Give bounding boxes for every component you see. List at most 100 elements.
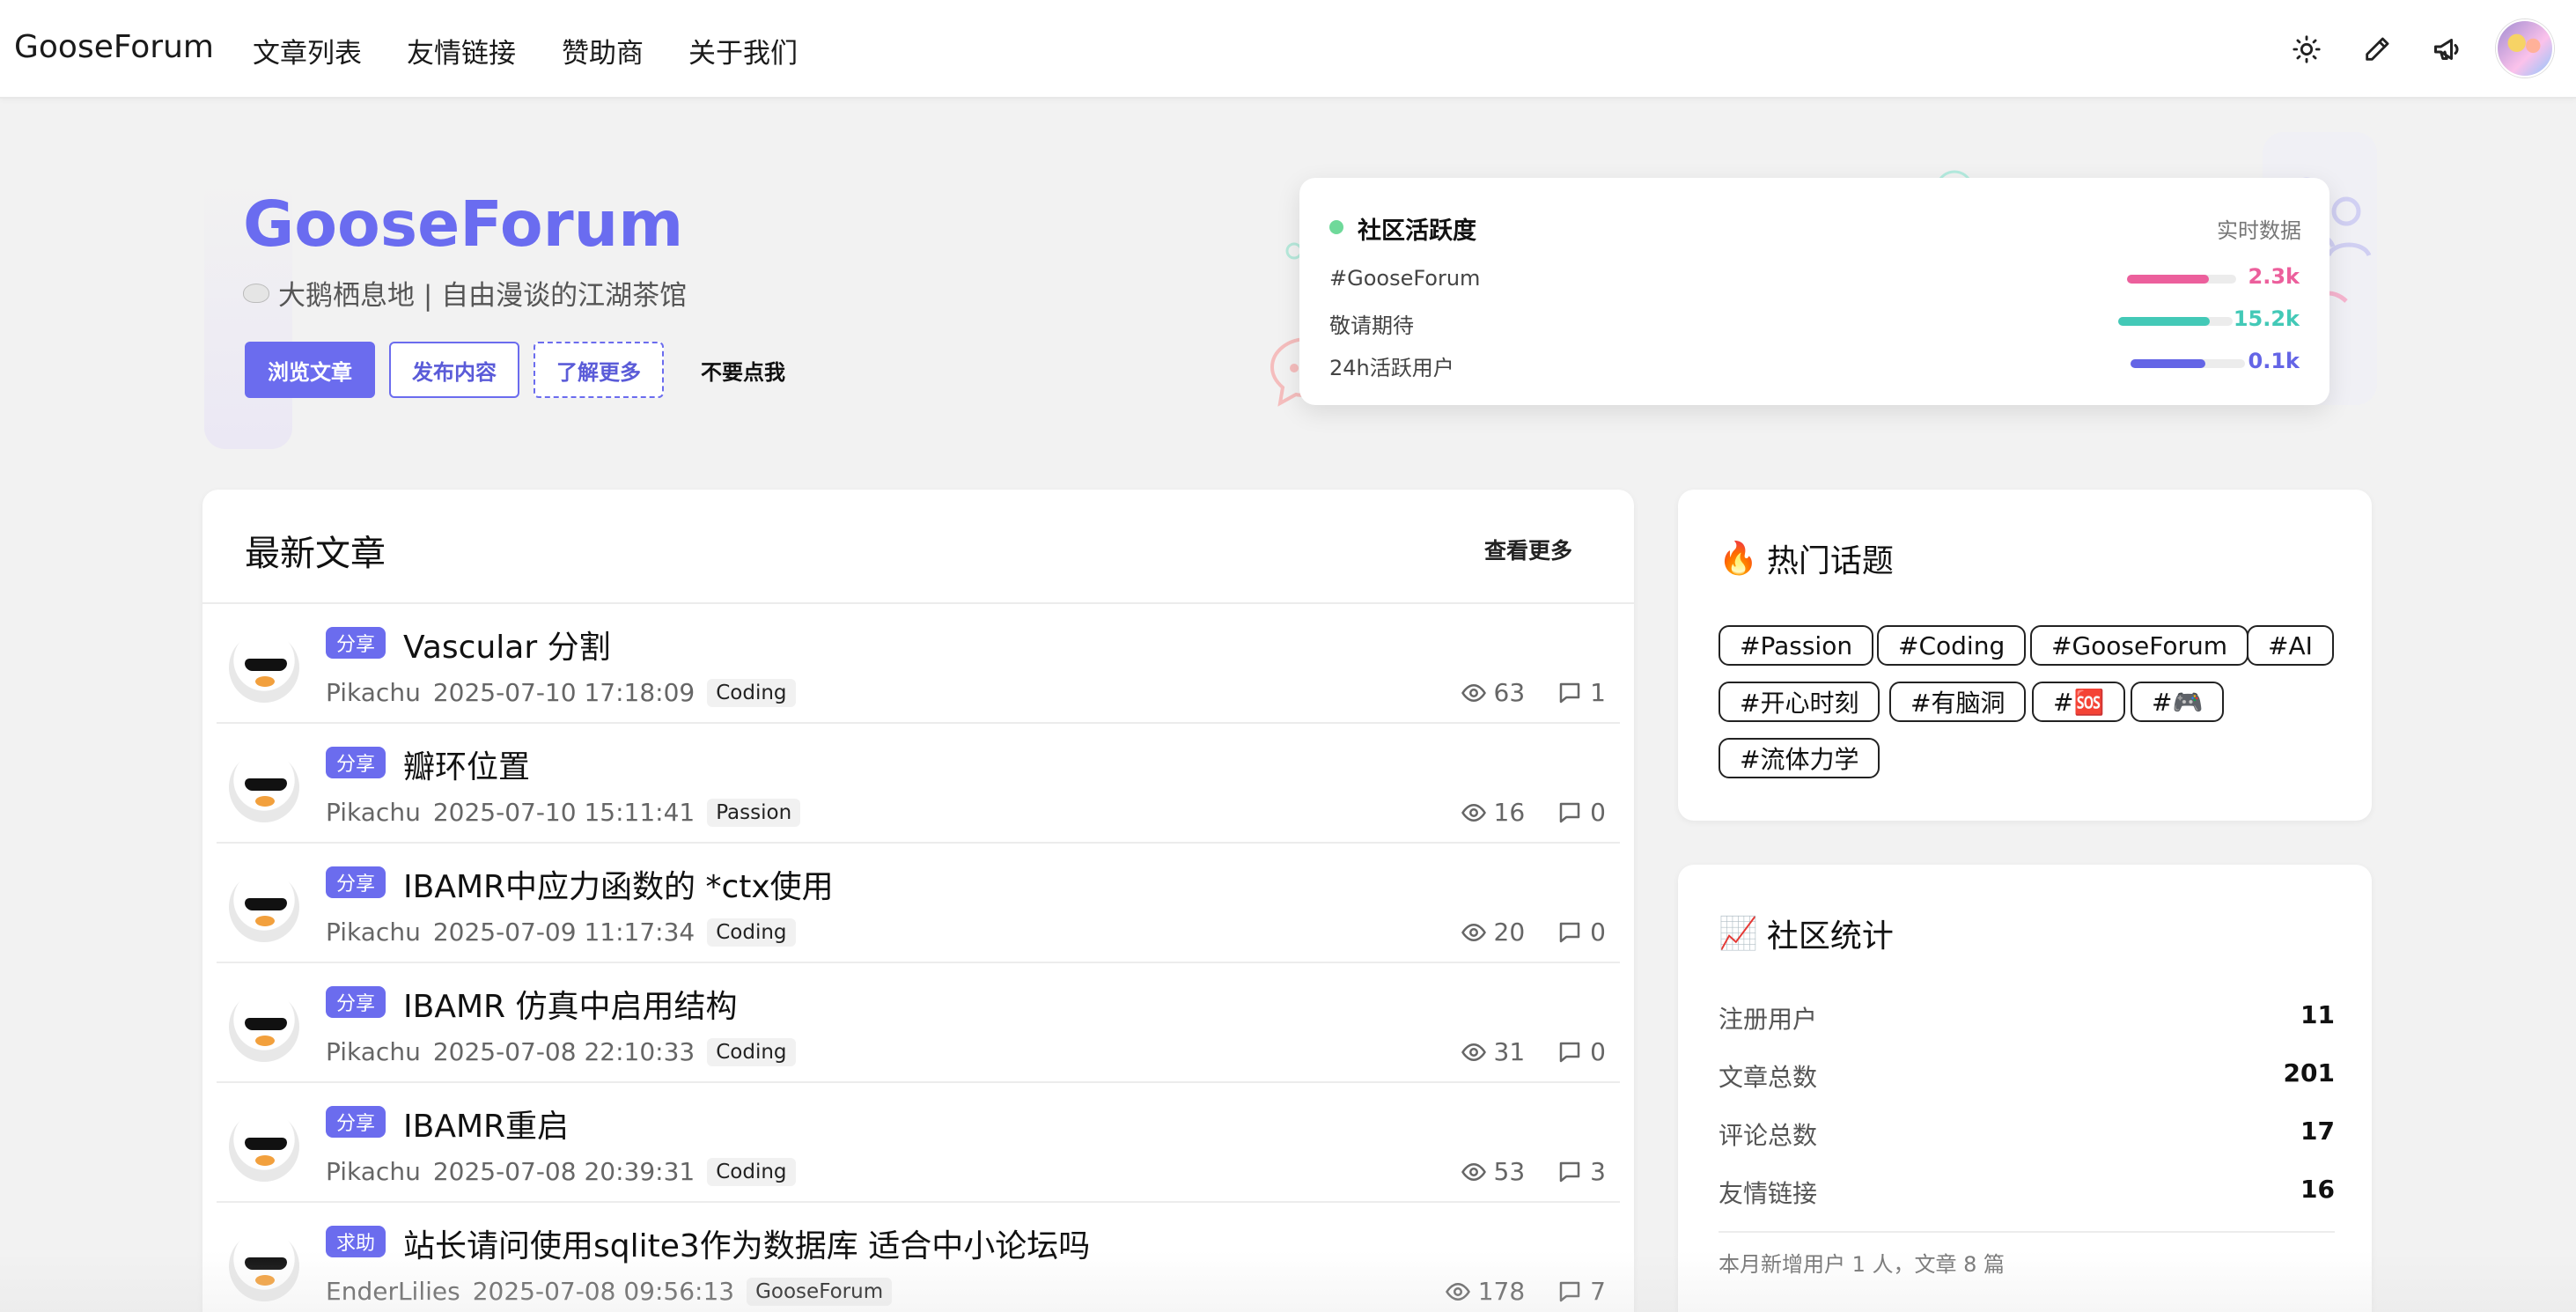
post-tag[interactable]: Coding [707, 1037, 796, 1066]
activity-card: 社区活跃度 实时数据 #GooseForum 2.3k 敬请期待 15.2k 2… [1299, 178, 2329, 405]
comments-count: 7 [1590, 1277, 1606, 1306]
post-item[interactable]: 分享 瓣环位置 Pikachu 2025-07-10 15:11:41 Pass… [217, 724, 1620, 844]
post-time: 2025-07-08 22:10:33 [432, 1037, 696, 1066]
post-title[interactable]: 站长请问使用sqlite3作为数据库 适合中小论坛吗 [403, 1220, 1090, 1266]
views-stat: 178 [1445, 1277, 1525, 1306]
post-time: 2025-07-10 17:18:09 [432, 678, 696, 707]
post-author[interactable]: Pikachu [326, 678, 421, 707]
post-author[interactable]: Pikachu [326, 1157, 421, 1186]
post-title[interactable]: Vascular 分割 [403, 622, 611, 667]
dont-click-button[interactable]: 不要点我 [678, 342, 808, 398]
post-category-badge[interactable]: 分享 [326, 627, 386, 659]
author-avatar[interactable] [229, 752, 299, 822]
publish-content-button[interactable]: 发布内容 [389, 342, 519, 398]
post-title[interactable]: IBAMR中应力函数的 *ctx使用 [403, 861, 834, 907]
post-category-badge[interactable]: 求助 [326, 1226, 386, 1257]
stat-label: 评论总数 [1719, 1121, 1818, 1150]
post-tag[interactable]: Coding [707, 1157, 796, 1186]
author-avatar[interactable] [229, 1111, 299, 1182]
eye-icon [1461, 683, 1486, 702]
topic-tag[interactable]: #Coding [1877, 625, 2027, 666]
author-avatar[interactable] [229, 632, 299, 703]
activity-row-value: 2.3k [2248, 264, 2300, 289]
post-meta: Pikachu 2025-07-10 17:18:09 Coding [326, 678, 796, 707]
views-stat: 53 [1461, 1157, 1525, 1186]
post-title[interactable]: IBAMR重启 [403, 1101, 569, 1146]
post-tag[interactable]: Coding [707, 918, 796, 947]
post-title[interactable]: 瓣环位置 [403, 741, 530, 787]
activity-row-value: 0.1k [2248, 349, 2300, 373]
nav-link-about[interactable]: 关于我们 [688, 31, 798, 70]
community-stats-title-text: 社区统计 [1766, 918, 1894, 955]
post-meta: Pikachu 2025-07-10 15:11:41 Passion [326, 798, 801, 827]
stat-row-comments: 评论总数 17 [1719, 1117, 2335, 1152]
top-navbar: GooseForum 文章列表 友情链接 赞助商 关于我们 [0, 0, 2576, 99]
post-tag[interactable]: GooseForum [747, 1277, 893, 1306]
pencil-icon[interactable] [2356, 28, 2398, 70]
chart-up-icon: 📈 [1719, 916, 1758, 952]
activity-row-label: 24h活跃用户 [1329, 356, 1454, 380]
browse-articles-button[interactable]: 浏览文章 [245, 342, 375, 398]
comment-icon [1559, 1281, 1580, 1301]
sun-icon[interactable] [2285, 28, 2328, 70]
latest-posts-card: 最新文章 查看更多 分享 Vascular 分割 Pikachu 2025-07… [202, 490, 1634, 1312]
eye-icon [1461, 1043, 1486, 1061]
topic-tag[interactable]: #🎮 [2131, 682, 2225, 722]
comments-stat: 0 [1557, 918, 1606, 947]
post-author[interactable]: Pikachu [326, 1037, 421, 1066]
user-avatar[interactable] [2496, 19, 2554, 77]
stat-row-articles: 文章总数 201 [1719, 1058, 2335, 1094]
community-stats-title: 📈 社区统计 [1719, 910, 1894, 956]
eye-icon [1461, 1162, 1486, 1181]
post-category-badge[interactable]: 分享 [326, 986, 386, 1018]
post-author[interactable]: EnderLilies [326, 1277, 460, 1306]
post-category-badge[interactable]: 分享 [326, 1106, 386, 1138]
post-category-badge[interactable]: 分享 [326, 866, 386, 898]
comments-stat: 7 [1557, 1277, 1606, 1306]
post-author[interactable]: Pikachu [326, 798, 421, 827]
post-title[interactable]: IBAMR 仿真中启用结构 [403, 981, 737, 1027]
activity-row-value: 15.2k [2233, 306, 2300, 331]
topic-tag[interactable]: #Passion [1719, 625, 1874, 666]
brand-logo[interactable]: GooseForum [14, 29, 214, 65]
post-item[interactable]: 分享 IBAMR中应力函数的 *ctx使用 Pikachu 2025-07-09… [217, 844, 1620, 963]
post-category-badge[interactable]: 分享 [326, 747, 386, 778]
community-stats-card: 📈 社区统计 注册用户 11 文章总数 201 评论总数 17 友情链接 16 本月新增… [1678, 865, 2372, 1312]
post-stats: 53 3 [1461, 1157, 1606, 1186]
topic-tag[interactable]: #流体力学 [1719, 738, 1880, 778]
topic-tag[interactable]: #GooseForum [2030, 625, 2249, 666]
author-avatar[interactable] [229, 991, 299, 1062]
view-more-link[interactable]: 查看更多 [1484, 534, 1572, 565]
post-tag[interactable]: Coding [707, 678, 796, 707]
topic-tag[interactable]: #有脑洞 [1889, 682, 2027, 722]
nav-link-articles[interactable]: 文章列表 [253, 31, 362, 70]
post-item[interactable]: 分享 IBAMR重启 Pikachu 2025-07-08 20:39:31 C… [217, 1083, 1620, 1203]
activity-bar-fill [2118, 317, 2210, 326]
stat-label: 友情链接 [1719, 1179, 1818, 1208]
author-avatar[interactable] [229, 1231, 299, 1301]
stat-value: 201 [2283, 1058, 2335, 1087]
hero-subtitle-text: 大鹅栖息地 | 自由漫谈的江湖茶馆 [278, 280, 688, 312]
nav-link-friend-links[interactable]: 友情链接 [407, 31, 516, 70]
topic-tag[interactable]: #🆘 [2032, 682, 2126, 722]
comments-count: 1 [1590, 678, 1606, 707]
eye-icon [1461, 923, 1486, 941]
nav-link-sponsors[interactable]: 赞助商 [562, 31, 644, 70]
post-item[interactable]: 分享 Vascular 分割 Pikachu 2025-07-10 17:18:… [217, 604, 1620, 724]
comment-icon [1559, 1042, 1580, 1062]
author-avatar[interactable] [229, 872, 299, 942]
post-tag[interactable]: Passion [707, 798, 801, 827]
divider [1719, 1231, 2335, 1233]
topic-tag[interactable]: #AI [2247, 625, 2334, 666]
hot-topics-title: 🔥 热门话题 [1719, 535, 1894, 581]
comments-stat: 3 [1557, 1157, 1606, 1186]
megaphone-icon[interactable] [2426, 28, 2469, 70]
topic-tag[interactable]: #开心时刻 [1719, 682, 1880, 722]
learn-more-button[interactable]: 了解更多 [534, 342, 664, 398]
latest-posts-title: 最新文章 [245, 534, 386, 574]
post-meta: EnderLilies 2025-07-08 09:56:13 GooseFor… [326, 1277, 893, 1306]
post-item[interactable]: 分享 IBAMR 仿真中启用结构 Pikachu 2025-07-08 22:1… [217, 963, 1620, 1083]
views-count: 20 [1493, 918, 1526, 947]
post-author[interactable]: Pikachu [326, 918, 421, 947]
post-item[interactable]: 求助 站长请问使用sqlite3作为数据库 适合中小论坛吗 EnderLilie… [217, 1203, 1620, 1312]
